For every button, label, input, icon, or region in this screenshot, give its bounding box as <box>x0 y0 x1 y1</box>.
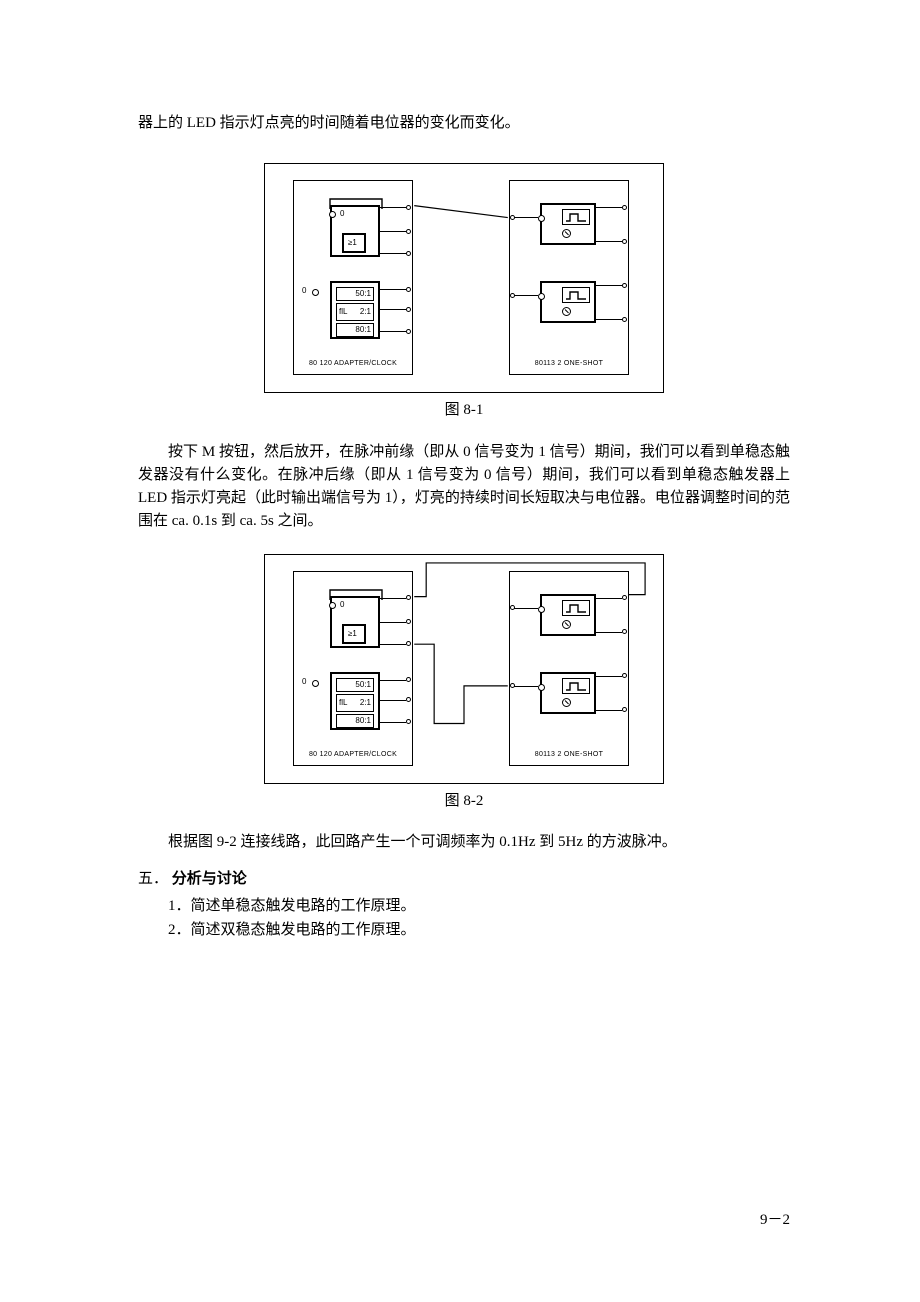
mid-paragraph: 按下 M 按钮，然后放开，在脉冲前缘（即从 0 信号变为 1 信号）期间，我们可… <box>138 441 790 534</box>
figure-8-1: ≥1 0 0 <box>264 163 664 393</box>
figure-8-1-wrap: ≥1 0 0 <box>138 163 790 393</box>
after-fig2-paragraph: 根据图 9-2 连接线路，此回路产生一个可调频率为 0.1Hz 到 5Hz 的方… <box>138 831 790 854</box>
ratio-80: 80:1 <box>355 326 371 334</box>
figure-8-1-caption: 图 8-1 <box>138 399 790 422</box>
fig2-ge1: ≥1 <box>348 630 357 638</box>
fig2-right-module: 80113 2 ONE-SHOT <box>509 571 629 766</box>
section-number: 五． <box>138 871 168 887</box>
document-page: 器上的 LED 指示灯点亮的时间随着电位器的变化而变化。 ≥1 0 <box>0 0 920 1302</box>
figure-8-2: ≥1 0 0 50:1 <box>264 554 664 784</box>
ratio-2: 2:1 <box>360 308 371 316</box>
section-5-heading: 五． 分析与讨论 <box>138 868 790 891</box>
fig2-left-caption: 80 120 ADAPTER/CLOCK <box>294 750 412 761</box>
pin-0-label: 0 <box>340 210 344 218</box>
fig2-right-caption: 80113 2 ONE-SHOT <box>510 750 628 761</box>
ge1-label: ≥1 <box>348 239 357 247</box>
section-title: 分析与讨论 <box>172 871 247 887</box>
discussion-list: 1．简述单稳态触发电路的工作原理。 2．简述双稳态触发电路的工作原理。 <box>138 895 790 942</box>
fig1-lower-0: 0 <box>302 287 306 295</box>
page-number: 9－2 <box>760 1209 790 1232</box>
figure-8-2-wrap: ≥1 0 0 50:1 <box>138 554 790 784</box>
ratio-50: 50:1 <box>355 290 371 298</box>
fig2-left-module: ≥1 0 0 50:1 <box>293 571 413 766</box>
discussion-item-2: 2．简述双稳态触发电路的工作原理。 <box>168 919 790 942</box>
figure-8-2-caption: 图 8-2 <box>138 790 790 813</box>
fig1-left-module: ≥1 0 0 <box>293 180 413 375</box>
fig1-right-module: 80113 2 ONE-SHOT <box>509 180 629 375</box>
fig1-right-caption: 80113 2 ONE-SHOT <box>510 359 628 370</box>
discussion-item-1: 1．简述单稳态触发电路的工作原理。 <box>168 895 790 918</box>
fig1-left-caption: 80 120 ADAPTER/CLOCK <box>294 359 412 370</box>
intro-continuation: 器上的 LED 指示灯点亮的时间随着电位器的变化而变化。 <box>138 112 790 135</box>
